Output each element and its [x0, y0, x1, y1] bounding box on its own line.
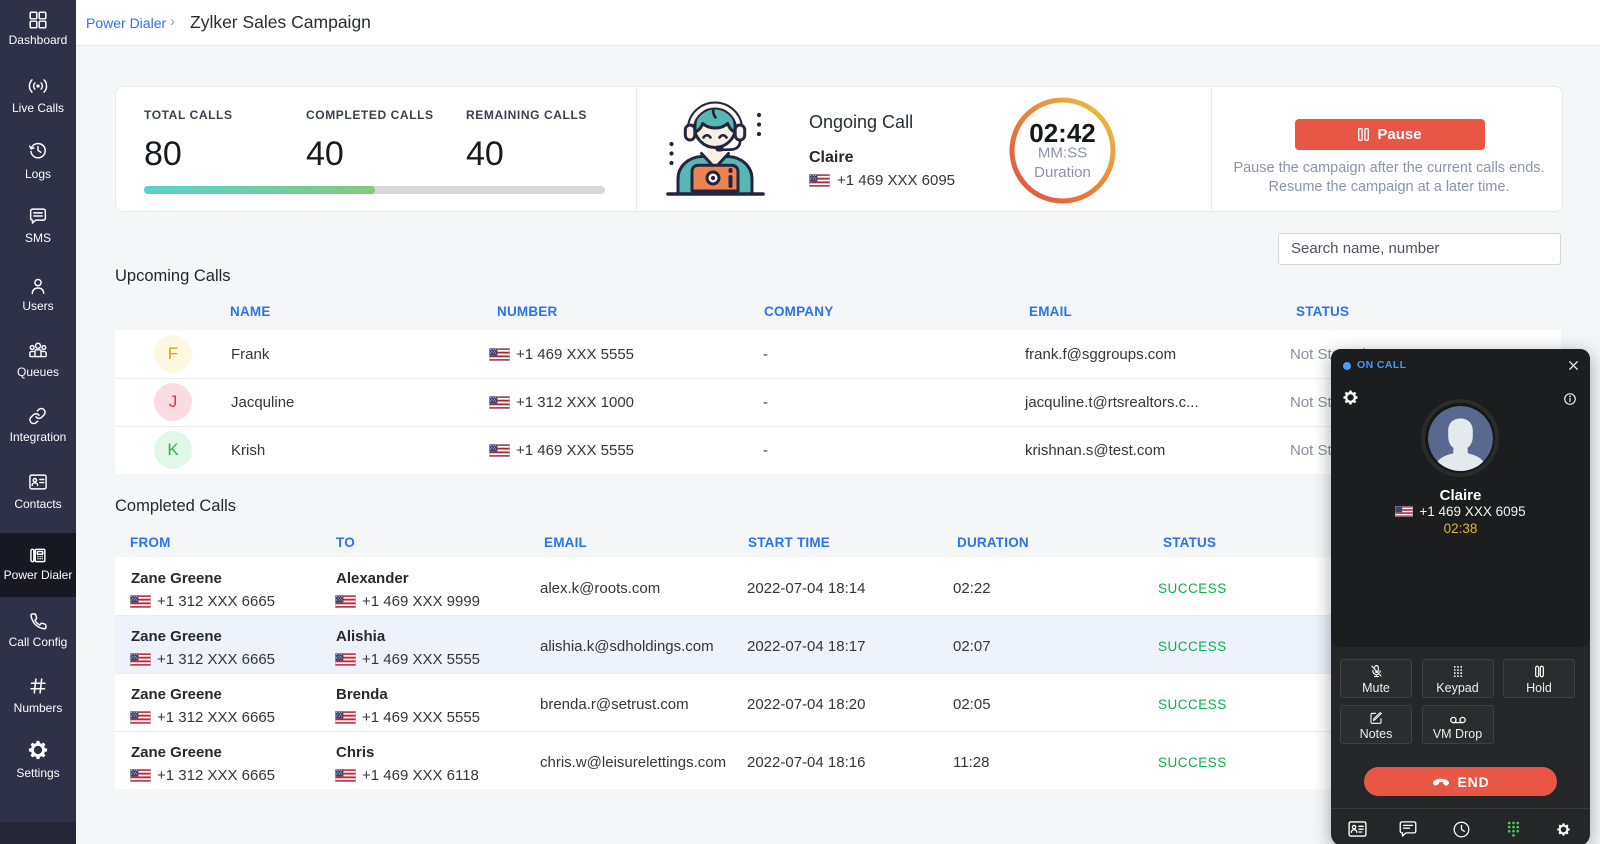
- svg-text:Duration: Duration: [1034, 164, 1091, 181]
- svg-text:02:42: 02:42: [1029, 118, 1096, 148]
- svg-text:MM:SS: MM:SS: [1038, 145, 1087, 162]
